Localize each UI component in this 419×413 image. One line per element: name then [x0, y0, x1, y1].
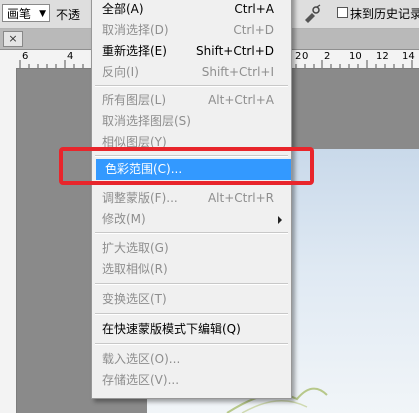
menu-item-load-selection[interactable]: 载入选区(O)... — [93, 349, 290, 370]
ruler-label: 4 — [67, 51, 74, 62]
menu-separator — [95, 85, 288, 87]
menu-item-label: 反向(I) — [102, 65, 139, 79]
menu-item-select-all[interactable]: 全部(A) Ctrl+A — [93, 0, 290, 20]
menu-separator — [95, 283, 288, 285]
tool-preset-value: 画笔 — [7, 7, 32, 21]
airbrush-icon[interactable] — [302, 4, 322, 24]
menu-item-refine-mask[interactable]: 调整蒙版(F)... Alt+Ctrl+R — [93, 188, 290, 209]
menu-item-shortcut: Shift+Ctrl+I — [201, 65, 274, 79]
chevron-right-icon — [278, 216, 282, 224]
menu-item-save-selection[interactable]: 存储选区(V)... — [93, 370, 290, 391]
menu-item-inverse[interactable]: 反向(I) Shift+Ctrl+I — [93, 62, 290, 83]
opacity-label: 不透 — [56, 8, 81, 22]
menu-item-label: 变换选区(T) — [102, 292, 167, 306]
menu-item-label: 重新选择(E) — [102, 44, 167, 58]
menu-item-label: 所有图层(L) — [102, 93, 167, 107]
menu-item-modify[interactable]: 修改(M) — [93, 209, 290, 230]
menu-item-shortcut: Alt+Ctrl+R — [207, 191, 274, 205]
ruler-label: 6 — [22, 51, 29, 62]
ruler-label: 2 — [295, 51, 302, 62]
menu-item-label: 修改(M) — [102, 212, 146, 226]
ruler-label: 14 — [402, 51, 415, 62]
menu-item-all-layers[interactable]: 所有图层(L) Alt+Ctrl+A — [93, 90, 290, 111]
ruler-label: 2 — [324, 51, 331, 62]
ruler-label: 10 — [349, 51, 362, 62]
ruler-label: 0 — [302, 51, 309, 62]
annotation-highlight-box — [59, 147, 314, 185]
menu-separator — [95, 232, 288, 234]
menu-item-label: 扩大选取(G) — [102, 241, 169, 255]
menu-item-label: 取消选择图层(S) — [102, 114, 191, 128]
menu-item-label: 在快速蒙版模式下编辑(Q) — [102, 322, 241, 336]
select-menu: 全部(A) Ctrl+A 取消选择(D) Ctrl+D 重新选择(E) Shif… — [91, 0, 292, 399]
menu-item-label: 调整蒙版(F)... — [102, 191, 178, 205]
menu-item-similar[interactable]: 选取相似(R) — [93, 259, 290, 280]
menu-item-reselect[interactable]: 重新选择(E) Shift+Ctrl+D — [93, 41, 290, 62]
vertical-ruler — [0, 68, 17, 413]
menu-item-grow[interactable]: 扩大选取(G) — [93, 238, 290, 259]
menu-item-deselect[interactable]: 取消选择(D) Ctrl+D — [93, 20, 290, 41]
menu-item-deselect-layers[interactable]: 取消选择图层(S) — [93, 111, 290, 132]
tool-preset-select[interactable]: 画笔 ▼ — [2, 4, 50, 22]
close-icon[interactable]: × — [3, 31, 23, 47]
menu-item-shortcut: Shift+Ctrl+D — [196, 44, 274, 58]
menu-item-quick-mask[interactable]: 在快速蒙版模式下编辑(Q) — [93, 319, 290, 340]
chevron-down-icon: ▼ — [39, 9, 46, 19]
erase-to-history-checkbox[interactable] — [337, 7, 348, 18]
menu-item-label: 存储选区(V)... — [102, 373, 180, 387]
menu-separator — [95, 313, 288, 315]
menu-item-shortcut: Ctrl+A — [234, 2, 274, 16]
menu-item-label: 选取相似(R) — [102, 262, 168, 276]
menu-item-label: 取消选择(D) — [102, 23, 169, 37]
menu-item-shortcut: Alt+Ctrl+A — [208, 93, 274, 107]
menu-separator — [95, 343, 288, 345]
menu-item-shortcut: Ctrl+D — [233, 23, 274, 37]
menu-item-label: 载入选区(O)... — [102, 352, 181, 366]
menu-item-label: 全部(A) — [102, 2, 144, 16]
menu-item-transform-selection[interactable]: 变换选区(T) — [93, 289, 290, 310]
erase-to-history-label: 抹到历史记录 — [350, 7, 419, 21]
ruler-label: 12 — [376, 51, 389, 62]
